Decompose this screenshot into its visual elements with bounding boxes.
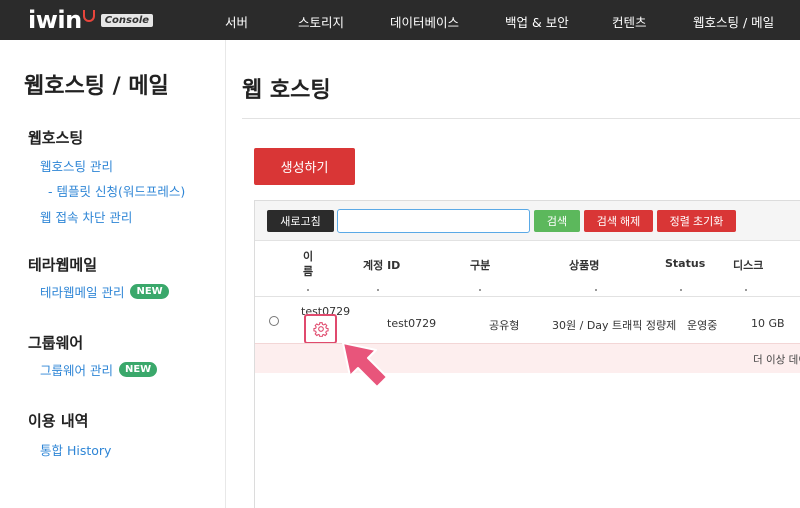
sidebar-item-webhosting-manage[interactable]: 웹호스팅 관리 (40, 156, 113, 175)
logo[interactable]: iwin Console (28, 6, 154, 34)
sort-reset-button[interactable]: 정렬 초기화 (657, 210, 736, 232)
nav-item-server[interactable]: 서버 (225, 12, 248, 31)
sidebar-title: 웹호스팅 / 메일 (24, 74, 169, 99)
hosting-table-panel: 새로고침 검색 검색 해제 정렬 초기화 이름 계정 ID 구분 상품명 Sta… (254, 200, 800, 508)
nav-item-database[interactable]: 데이터베이스 (390, 12, 459, 31)
nav-item-backup-security[interactable]: 백업 & 보안 (505, 12, 569, 31)
filter-dot (377, 289, 379, 291)
create-button[interactable]: 생성하기 (254, 148, 355, 185)
settings-button[interactable] (304, 314, 337, 344)
sidebar-section-webhosting: 웹호스팅 (28, 129, 84, 147)
filter-dot (479, 289, 481, 291)
column-header-name-line1: 이 (303, 250, 314, 263)
title-divider (242, 118, 800, 119)
filter-row (255, 285, 800, 297)
column-header-account-id[interactable]: 계정 ID (363, 257, 400, 273)
column-header-disk[interactable]: 디스크 (733, 257, 763, 273)
filter-dot (680, 289, 682, 291)
filter-dot (307, 289, 309, 291)
sidebar-section-terawebmail: 테라웹메일 (28, 256, 98, 274)
column-header-type[interactable]: 구분 (470, 257, 490, 273)
page-title: 웹 호스팅 (242, 78, 331, 103)
row-type: 공유형 (489, 319, 520, 332)
row-account-id: test0729 (387, 317, 437, 330)
sidebar-item-label: 그룹웨어 관리 (40, 363, 113, 378)
gear-icon (312, 322, 329, 337)
column-header-name[interactable]: 이름 (303, 249, 313, 279)
sidebar-item-terawebmail-manage[interactable]: 테라웹메일 관리 NEW (40, 282, 169, 301)
search-clear-button[interactable]: 검색 해제 (584, 210, 653, 232)
sidebar-section-usage-history: 이용 내역 (28, 412, 89, 430)
sidebar-item-integrated-history[interactable]: 통합 History (40, 440, 111, 459)
sidebar-section-groupware: 그룹웨어 (28, 334, 84, 352)
sidebar-item-groupware-manage[interactable]: 그룹웨어 관리 NEW (40, 360, 158, 379)
logo-smile-icon (82, 10, 95, 22)
nav-item-webhosting-mail[interactable]: 웹호스팅 / 메일 (693, 12, 774, 31)
no-more-data-message: 더 이상 데이 (753, 354, 800, 366)
row-select-radio[interactable] (269, 316, 279, 326)
row-disk: 10 GB (751, 317, 785, 330)
new-badge: NEW (118, 362, 158, 377)
sidebar-item-web-access-block[interactable]: 웹 접속 차단 관리 (40, 207, 132, 226)
filter-dot (745, 289, 747, 291)
sidebar: 웹호스팅 / 메일 웹호스팅 웹호스팅 관리 - 템플릿 신청(워드프레스) 웹… (0, 40, 226, 508)
column-header-status[interactable]: Status (665, 257, 705, 270)
column-header-product[interactable]: 상품명 (569, 257, 599, 273)
sidebar-item-label: 테라웹메일 관리 (40, 285, 125, 300)
refresh-button[interactable]: 새로고침 (267, 210, 334, 232)
search-button[interactable]: 검색 (534, 210, 580, 232)
filter-dot (595, 289, 597, 291)
no-more-data-row: 더 이상 데이 (255, 343, 800, 373)
nav-item-storage[interactable]: 스토리지 (298, 12, 344, 31)
row-product: 30원 / Day 트래픽 정량제 (552, 319, 677, 332)
pointer-arrow-icon (342, 342, 388, 388)
search-input[interactable] (337, 209, 530, 233)
sidebar-item-template-request[interactable]: - 템플릿 신청(워드프레스) (48, 181, 185, 200)
new-badge: NEW (130, 284, 169, 299)
top-navigation-bar: iwin Console 서버 스토리지 데이터베이스 백업 & 보안 컨텐츠 … (0, 0, 800, 40)
table-toolbar: 새로고침 검색 검색 해제 정렬 초기화 (255, 201, 800, 241)
console-badge: Console (100, 13, 154, 27)
row-status: 운영중 (687, 319, 718, 332)
nav-item-contents[interactable]: 컨텐츠 (612, 12, 647, 31)
column-header-name-line2: 름 (303, 265, 314, 278)
logo-text: iwin (28, 6, 82, 34)
